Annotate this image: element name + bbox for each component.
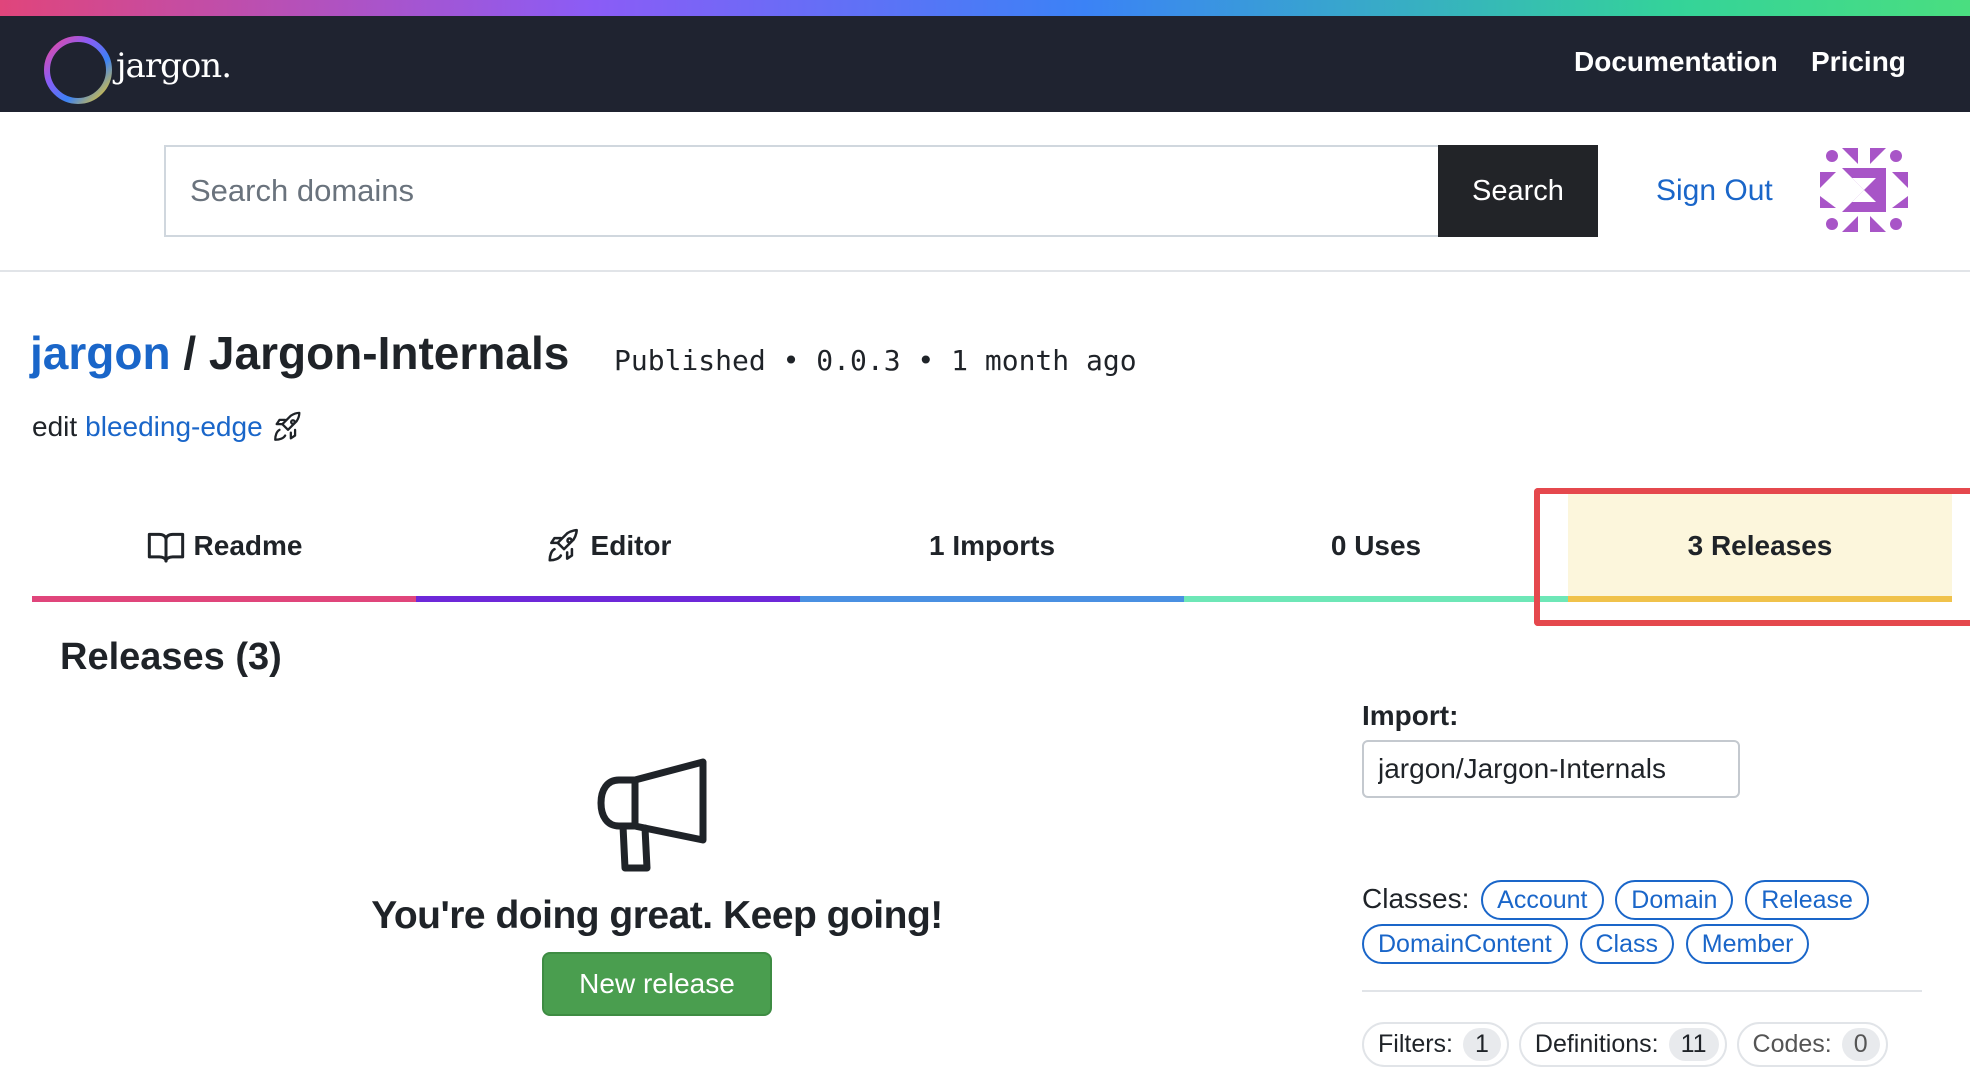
filters-count: 1 [1463, 1028, 1501, 1061]
class-chip[interactable]: Domain [1615, 880, 1734, 920]
megaphone-icon [597, 758, 707, 872]
codes-counter[interactable]: Codes: 0 [1736, 1022, 1888, 1067]
import-path-field[interactable] [1362, 740, 1740, 798]
edit-branch-line: edit bleeding-edge [32, 410, 305, 444]
domain-separator: / [183, 327, 197, 379]
tab-uses-underline [1184, 596, 1568, 602]
tab-imports-underline [800, 596, 1184, 602]
definitions-count: 11 [1668, 1028, 1719, 1061]
jargon-logo[interactable]: jargon. [40, 24, 232, 104]
domain-sidebar: Import: Classes: Account Domain Release … [1362, 700, 1922, 1067]
releases-heading: Releases (3) [60, 636, 282, 678]
tab-readme-underline [32, 596, 416, 602]
tab-imports-label: 1 Imports [928, 530, 1056, 561]
search-input[interactable] [164, 145, 1438, 237]
publish-meta: Published • 0.0.3 • 1 month ago [614, 344, 1137, 377]
highlight-annotation-box [1534, 488, 1970, 626]
tab-editor-label: Editor [590, 530, 672, 561]
class-chip[interactable]: Release [1745, 880, 1869, 920]
codes-count: 0 [1841, 1028, 1880, 1061]
tab-uses[interactable]: 0 Uses [1184, 490, 1568, 602]
class-chip[interactable]: Class [1579, 924, 1675, 964]
tab-editor-underline [416, 596, 800, 602]
empty-state-message: You're doing great. Keep going! [371, 894, 943, 937]
rainbow-accent-bar [0, 0, 1970, 16]
definitions-label: Definitions: [1534, 1030, 1659, 1058]
definitions-counter[interactable]: Definitions: 11 [1518, 1022, 1727, 1067]
rocket-icon [548, 528, 578, 562]
search-button[interactable]: Search [1438, 145, 1598, 237]
import-label: Import: [1362, 700, 1459, 731]
new-release-button[interactable]: New release [542, 952, 772, 1016]
classes-list: Classes: Account Domain Release DomainCo… [1362, 878, 1922, 966]
domain-name: Jargon-Internals [208, 327, 570, 379]
logo-text: jargon. [116, 46, 232, 86]
filters-counter[interactable]: Filters: 1 [1362, 1022, 1509, 1067]
rocket-icon [273, 411, 301, 441]
search-bar-row: Search Sign Out [0, 112, 1970, 272]
class-chip[interactable]: DomainContent [1362, 924, 1568, 964]
codes-label: Codes: [1752, 1030, 1832, 1058]
counter-badges: Filters: 1 Definitions: 11 Codes: 0 [1362, 1022, 1922, 1067]
tab-uses-label: 0 Uses [1330, 530, 1422, 561]
tab-readme-label: Readme [193, 530, 303, 561]
domain-title: jargon / Jargon-Internals [30, 326, 569, 380]
tab-editor[interactable]: Editor [416, 490, 800, 602]
tab-imports[interactable]: 1 Imports [800, 490, 1184, 602]
class-chip[interactable]: Member [1685, 924, 1810, 964]
classes-label: Classes: [1362, 883, 1470, 914]
class-chip[interactable]: Account [1481, 880, 1604, 920]
book-icon [147, 532, 184, 563]
edit-label: edit [32, 411, 78, 442]
nav-documentation-link[interactable]: Documentation [1574, 46, 1778, 78]
empty-state: You're doing great. Keep going! New rele… [300, 756, 1014, 1016]
domain-owner-link[interactable]: jargon [30, 327, 171, 379]
filters-label: Filters: [1378, 1030, 1453, 1058]
nav-pricing-link[interactable]: Pricing [1811, 46, 1906, 78]
sidebar-divider [1362, 990, 1922, 992]
branch-link[interactable]: bleeding-edge [85, 411, 263, 443]
top-navbar: jargon. Documentation Pricing [0, 16, 1970, 112]
sign-out-link[interactable]: Sign Out [1656, 174, 1773, 208]
tab-readme[interactable]: Readme [32, 490, 416, 602]
avatar[interactable] [1818, 144, 1910, 236]
